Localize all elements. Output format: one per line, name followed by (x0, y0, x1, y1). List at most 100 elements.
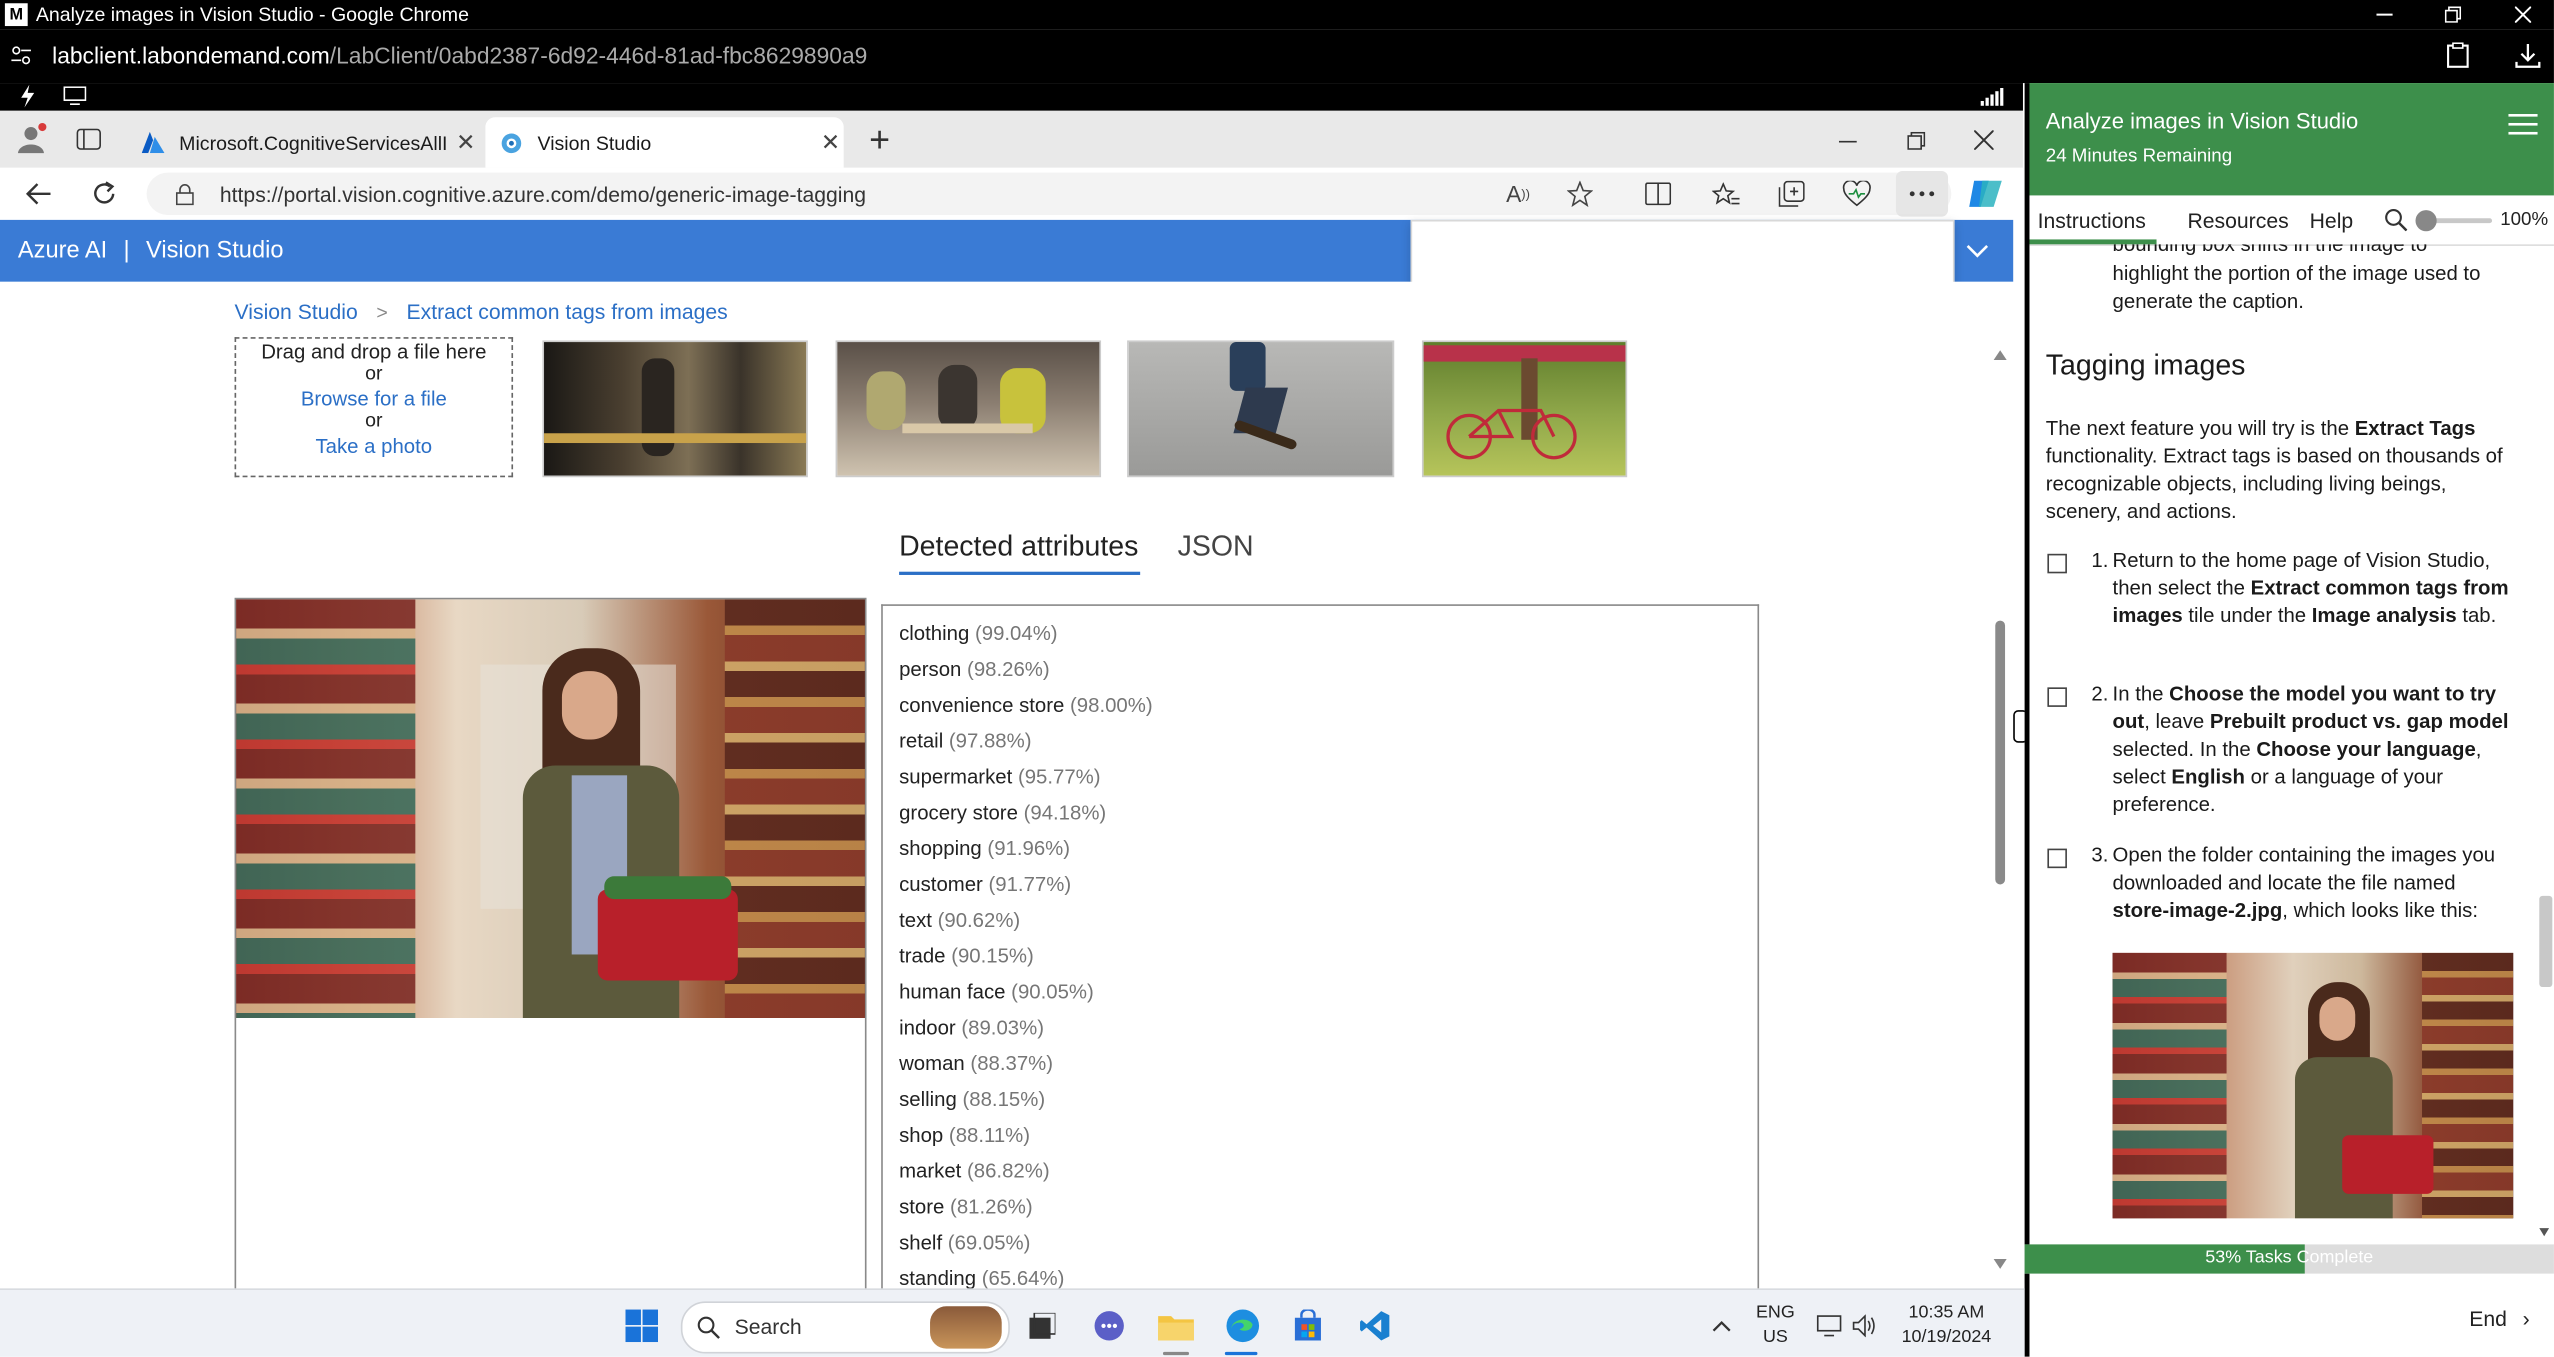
lab-scrollbar[interactable] (2534, 244, 2554, 1244)
step-checkbox[interactable] (2047, 687, 2067, 707)
minimize-icon[interactable] (2365, 0, 2404, 29)
scroll-up-icon[interactable] (1993, 350, 2007, 360)
new-tab-icon[interactable]: + (863, 119, 896, 160)
scrollbar-thumb[interactable] (2539, 895, 2553, 988)
tab-close-icon[interactable]: ✕ (456, 129, 475, 157)
store-icon[interactable] (1290, 1308, 1326, 1344)
breadcrumb-current[interactable]: Extract common tags from images (407, 300, 728, 324)
download-icon[interactable] (2513, 41, 2542, 70)
more-options-icon[interactable] (1895, 171, 1949, 217)
sample-image-subway[interactable] (542, 340, 808, 478)
edge-close-icon[interactable] (1968, 124, 2001, 157)
azure-brand[interactable]: Azure AI | Vision Studio (18, 238, 284, 264)
sample-image-meeting[interactable] (835, 340, 1102, 478)
list-item: market (86.82%) (899, 1160, 1050, 1183)
browse-file-link[interactable]: Browse for a file (236, 388, 511, 411)
or-text: or (365, 361, 383, 385)
tab-label: Microsoft.CognitiveServicesAllInO (179, 131, 447, 154)
upload-dropzone[interactable]: Drag and drop a file here or Browse for … (234, 337, 514, 478)
signal-icon (1980, 87, 2004, 106)
region-text: US (1762, 1327, 1788, 1348)
profile-avatar-icon[interactable] (15, 122, 48, 155)
lightning-icon[interactable] (16, 84, 39, 108)
volume-icon[interactable] (1850, 1311, 1879, 1340)
step-checkbox[interactable] (2047, 553, 2067, 574)
lab-nav: Instructions Resources Help 100% (2029, 195, 2554, 246)
zoom-slider-thumb[interactable] (2415, 210, 2437, 232)
sample-image-skateboard[interactable] (1127, 340, 1395, 478)
tab-close-icon[interactable]: ✕ (821, 129, 840, 157)
chevron-up-icon[interactable] (1707, 1313, 1736, 1339)
monitor-icon[interactable] (62, 85, 88, 108)
copilot-icon[interactable] (1968, 178, 2004, 211)
step-number: 3. (2091, 843, 2109, 867)
running-indicator (1162, 1351, 1190, 1356)
network-icon[interactable] (1814, 1311, 1843, 1340)
tag-confidence: (88.37%) (970, 1052, 1054, 1076)
edge-restore-icon[interactable] (1899, 124, 1932, 157)
scrollbar-thumb[interactable] (1995, 620, 2006, 885)
scroll-down-icon[interactable] (1993, 1259, 2007, 1269)
tag-confidence: (98.00%) (1070, 693, 1153, 717)
chrome-title-bar: M Analyze images in Vision Studio - Goog… (0, 0, 2554, 30)
split-screen-icon[interactable] (1642, 179, 1675, 208)
sample-image-bicycle[interactable] (1421, 340, 1628, 478)
step-text-bold: Image analysis (2311, 604, 2457, 628)
read-aloud-icon[interactable]: A)) (1502, 179, 1535, 208)
clock[interactable]: 10:35 AM 10/19/2024 (1896, 1303, 1997, 1347)
close-icon[interactable] (2503, 0, 2542, 29)
step-text-part: tab. (2456, 604, 2497, 628)
chrome-url-text[interactable]: labclient.labondemand.com/LabClient/0abd… (52, 42, 867, 68)
address-field[interactable]: https://portal.vision.cognitive.azure.co… (146, 172, 1952, 216)
date-text: 10/19/2024 (1901, 1327, 1992, 1348)
favorites-icon[interactable] (1709, 179, 1742, 208)
hamburger-menu-icon[interactable] (2507, 111, 2540, 137)
tab-help[interactable]: Help (2310, 208, 2354, 232)
scroll-down-icon[interactable] (2539, 1228, 2550, 1237)
windows-start-icon[interactable] (624, 1308, 660, 1344)
tab-actions-icon[interactable] (73, 125, 102, 151)
zoom-slider[interactable] (2415, 210, 2493, 232)
lab-footer: End › (2024, 1273, 2554, 1357)
edge-minimize-icon[interactable] (1831, 124, 1864, 157)
back-arrow-icon[interactable] (23, 179, 56, 208)
favorite-star-icon[interactable] (1564, 179, 1597, 208)
clipboard-icon[interactable] (2443, 41, 2472, 70)
caption-text: highlight the portion of the image used … (2112, 262, 2481, 313)
taskbar-search[interactable]: Search (680, 1301, 1010, 1354)
end-label: End (2469, 1306, 2507, 1331)
tab-resources[interactable]: Resources (2187, 208, 2288, 232)
list-item: customer (91.77%) (899, 873, 1071, 896)
breadcrumb-home-link[interactable]: Vision Studio (235, 300, 358, 324)
tag-confidence: (90.15%) (951, 944, 1034, 968)
tab-detected-attributes[interactable]: Detected attributes (899, 529, 1138, 563)
tag-confidence: (94.18%) (1023, 801, 1107, 825)
collections-icon[interactable] (1775, 179, 1808, 208)
tag-name: indoor (899, 1016, 956, 1040)
task-view-icon[interactable] (1026, 1310, 1059, 1343)
tab-json[interactable]: JSON (1178, 529, 1254, 563)
site-settings-icon[interactable] (10, 44, 33, 67)
end-button[interactable]: End › (2469, 1306, 2529, 1330)
zoom-search-icon[interactable] (2383, 207, 2409, 233)
browser-essentials-icon[interactable] (1841, 179, 1874, 208)
active-indicator (1224, 1351, 1258, 1356)
tab-instructions[interactable]: Instructions (2038, 208, 2146, 232)
refresh-icon[interactable] (88, 179, 121, 208)
restore-icon[interactable] (2433, 0, 2472, 29)
step-checkbox[interactable] (2047, 848, 2067, 869)
tab-vision-studio[interactable]: Vision Studio ✕ (485, 117, 844, 168)
file-explorer-icon[interactable] (1158, 1308, 1194, 1344)
brand-vision-studio: Vision Studio (146, 237, 284, 264)
language-text: ENG (1755, 1303, 1795, 1323)
list-item: human face (90.05%) (899, 981, 1094, 1004)
vscode-icon[interactable] (1357, 1308, 1393, 1344)
take-photo-link[interactable]: Take a photo (236, 435, 511, 458)
chevron-down-icon[interactable] (1961, 236, 1994, 265)
teams-chat-icon[interactable] (1091, 1308, 1127, 1344)
language-indicator[interactable]: ENG US (1756, 1303, 1795, 1347)
page-scrollbar[interactable] (1990, 350, 2010, 1272)
lock-icon[interactable] (173, 182, 196, 205)
edge-browser-icon[interactable] (1223, 1306, 1262, 1345)
tab-cognitive-services[interactable]: Microsoft.CognitiveServicesAllInO ✕ (127, 117, 482, 167)
